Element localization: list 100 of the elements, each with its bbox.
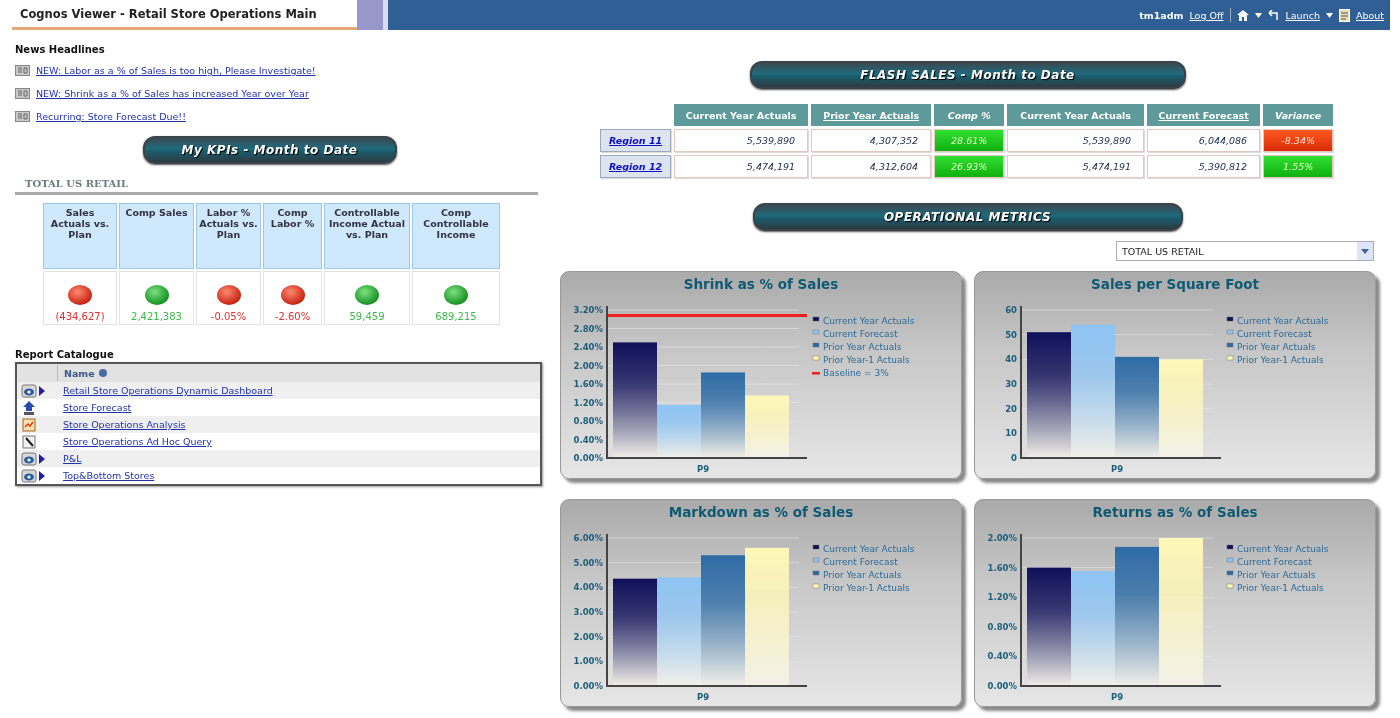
report-link[interactable]: Store Operations Analysis <box>57 419 186 430</box>
legend-label: Prior Year-1 Actuals <box>1237 355 1324 365</box>
document-icon[interactable] <box>1338 8 1350 22</box>
chart-title: Returns as % of Sales <box>1092 504 1258 522</box>
expand-arrow-icon[interactable] <box>39 453 45 464</box>
report-link[interactable]: Top&Bottom Stores <box>57 470 155 481</box>
column-header: Controllable Income Actual vs. Plan <box>324 203 410 269</box>
arrow-icon <box>21 400 37 415</box>
legend-swatch <box>812 316 820 322</box>
category-label: P9 <box>1110 692 1124 702</box>
table-cell: 4,312,604 <box>811 155 932 178</box>
legend-swatch <box>812 329 820 335</box>
axis-tick-label: 30 <box>1005 379 1017 389</box>
bar <box>745 395 789 458</box>
legend-swatch <box>812 355 820 361</box>
axis-tick-label: 0.40% <box>987 651 1017 662</box>
expand-arrow-icon[interactable] <box>39 385 45 396</box>
axis-tick-label: 20 <box>1005 403 1017 414</box>
eye-icon <box>21 468 37 483</box>
category-label: P9 <box>696 464 710 474</box>
legend-swatch <box>812 570 820 576</box>
legend-swatch <box>812 342 820 348</box>
axis-tick-label: 1.60% <box>573 379 603 389</box>
kpi-value: (434,627) <box>54 311 106 322</box>
news-link[interactable]: Recurring: Store Forecast Due!! <box>36 111 186 122</box>
column-header: Labor % Actuals vs. Plan <box>196 203 261 269</box>
kpi-value: 2,421,383 <box>130 311 183 322</box>
legend-swatch <box>1226 355 1234 361</box>
caret-icon[interactable] <box>1254 12 1262 18</box>
legend-label: Baseline = 3% <box>823 368 889 378</box>
expand-arrow-icon[interactable] <box>39 470 45 481</box>
axis-tick-label: 1.20% <box>573 397 603 408</box>
status-cell: 26.93% <box>934 155 1005 178</box>
sort-icon[interactable] <box>98 369 107 377</box>
legend-label: Current Year Actuals <box>1237 316 1329 326</box>
legend-label: Current Year Actuals <box>1237 544 1329 554</box>
legend-swatch <box>1226 316 1234 322</box>
legend-label: Prior Year Actuals <box>823 342 902 352</box>
legend-swatch <box>1226 570 1234 576</box>
log-off-link[interactable]: Log Off <box>1189 9 1224 21</box>
report-link[interactable]: Store Operations Ad Hoc Query <box>57 436 212 447</box>
axis-tick-label: 0.00% <box>573 453 603 463</box>
column-header: Comp % <box>934 104 1005 126</box>
newspaper-icon <box>15 88 30 99</box>
region-dropdown[interactable]: TOTAL US RETAIL <box>1116 241 1374 261</box>
kpi-value: 689,215 <box>434 311 478 322</box>
legend-label: Prior Year Actuals <box>823 570 902 580</box>
section-banner: My KPIs - Month to Date <box>142 136 397 164</box>
legend-swatch <box>1226 329 1234 335</box>
table-cell: 6,044,086 <box>1147 129 1261 152</box>
about-link[interactable]: About <box>1355 9 1384 21</box>
news-link[interactable]: NEW: Shrink as a % of Sales has increased Year over Year <box>36 88 309 99</box>
legend-label: Current Forecast <box>1237 329 1312 339</box>
legend-swatch <box>1226 342 1234 348</box>
section-banner: OPERATIONAL METRICS <box>752 203 1183 231</box>
user-name: tm1adm <box>1139 9 1184 21</box>
home-icon[interactable] <box>1236 9 1249 21</box>
axis-tick-label: 5.00% <box>573 557 603 568</box>
axis-tick-label: 50 <box>1005 329 1017 340</box>
legend-label: Prior Year Actuals <box>1237 342 1316 352</box>
axis-tick-label: 1.60% <box>987 562 1017 573</box>
legend-label: Current Year Actuals <box>823 544 915 554</box>
catalogue-title: Report Catalogue <box>15 349 115 360</box>
kpi-value: -2.60% <box>273 311 312 322</box>
axis-tick-label: 0.80% <box>573 416 603 426</box>
axis-tick-label: 2.80% <box>573 323 603 334</box>
axis-tick-label: 0.00% <box>987 681 1017 691</box>
newspaper-icon <box>15 65 30 76</box>
legend-label: Current Forecast <box>823 329 898 339</box>
column-header: Comp Labor % <box>263 203 322 269</box>
section-title: TOTAL US RETAIL <box>15 178 538 195</box>
chart-title: Markdown as % of Sales <box>668 504 854 522</box>
report-link[interactable]: Store Forecast <box>57 402 132 413</box>
column-header: Current Year Actuals <box>1007 104 1145 126</box>
column-header[interactable]: Name <box>64 367 95 379</box>
caret-icon[interactable] <box>1325 12 1333 18</box>
kpi-value: 59,459 <box>348 311 386 322</box>
legend-label: Prior Year Actuals <box>1237 570 1316 580</box>
axis-tick-label: 2.00% <box>573 631 603 642</box>
axis-tick-label: 60 <box>1005 305 1017 315</box>
category-label: P9 <box>696 692 710 702</box>
status-cell: -8.34% <box>1263 129 1334 152</box>
legend-label: Current Forecast <box>1237 557 1312 567</box>
back-arrow-icon[interactable] <box>1267 9 1280 21</box>
table-cell: 4,307,352 <box>811 129 932 152</box>
window-title: Cognos Viewer - Retail Store Operations Main <box>12 0 357 30</box>
legend-swatch <box>812 557 820 563</box>
report-link[interactable]: P&L <box>57 453 82 464</box>
caret-icon[interactable] <box>1361 248 1369 254</box>
axis-tick-label: 0.00% <box>573 681 603 691</box>
chart-title: Shrink as % of Sales <box>683 276 839 294</box>
category-label: P9 <box>1110 464 1124 474</box>
launch-link[interactable]: Launch <box>1285 9 1320 21</box>
news-link[interactable]: NEW: Labor as a % of Sales is too high, Please Investigate! <box>36 65 316 76</box>
status-cell: 28.61% <box>934 129 1005 152</box>
table-cell: 5,539,890 <box>674 129 809 152</box>
axis-tick-label: 4.00% <box>573 582 603 593</box>
column-header: Comp Sales <box>119 203 194 269</box>
eye-icon <box>21 451 37 466</box>
axis-tick-label: 3.20% <box>573 305 603 315</box>
